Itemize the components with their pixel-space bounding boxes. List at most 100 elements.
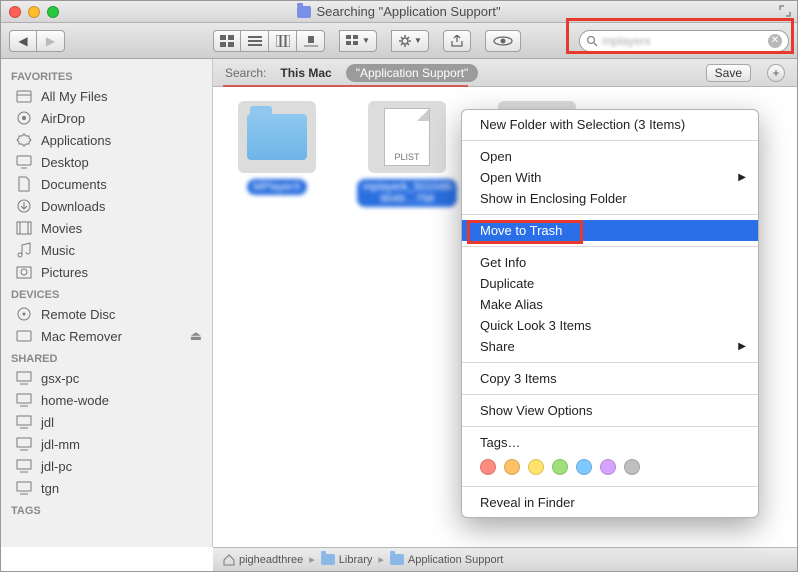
home-icon	[223, 554, 235, 566]
sidebar-item-downloads[interactable]: Downloads	[1, 195, 212, 217]
sidebar-item-documents[interactable]: Documents	[1, 173, 212, 195]
airdrop-icon	[15, 110, 33, 126]
remote-disc-icon	[15, 306, 33, 322]
folder-icon	[247, 114, 307, 160]
menu-open-with[interactable]: Open With	[462, 167, 758, 188]
share-button[interactable]	[443, 30, 471, 52]
shared-pc-icon	[15, 392, 33, 408]
sidebar-item-remote-disc[interactable]: Remote Disc	[1, 303, 212, 325]
tag-blue[interactable]	[576, 459, 592, 475]
chevron-right-icon: ▸	[309, 553, 315, 566]
tag-orange[interactable]	[504, 459, 520, 475]
menu-quick-look[interactable]: Quick Look 3 Items	[462, 315, 758, 336]
arrange-button[interactable]: ▼	[339, 30, 377, 52]
scope-tab-this-mac[interactable]: This Mac	[276, 64, 335, 82]
tag-gray[interactable]	[624, 459, 640, 475]
plist-icon: PLIST	[384, 108, 430, 166]
sidebar-header-devices: DEVICES	[1, 283, 212, 303]
list-view-button[interactable]	[241, 30, 269, 52]
forward-button[interactable]: ▶	[37, 30, 65, 52]
shared-pc-icon	[15, 480, 33, 496]
menu-move-to-trash[interactable]: Move to Trash	[462, 220, 758, 241]
action-button[interactable]: ▼	[391, 30, 429, 52]
sidebar-item-airdrop[interactable]: AirDrop	[1, 107, 212, 129]
search-field[interactable]: ✕	[579, 30, 789, 52]
folder-icon	[390, 554, 404, 565]
minimize-window-button[interactable]	[28, 6, 40, 18]
tags-button[interactable]	[485, 30, 521, 52]
sidebar-item-home-wode[interactable]: home-wode	[1, 389, 212, 411]
view-mode-buttons	[213, 30, 325, 52]
applications-icon	[15, 132, 33, 148]
sidebar-header-shared: SHARED	[1, 347, 212, 367]
tag-yellow[interactable]	[528, 459, 544, 475]
downloads-icon	[15, 198, 33, 214]
fullscreen-icon[interactable]	[779, 5, 791, 17]
sidebar-item-gsx-pc[interactable]: gsx-pc	[1, 367, 212, 389]
menu-make-alias[interactable]: Make Alias	[462, 294, 758, 315]
scope-label: Search:	[225, 66, 266, 80]
menu-tags[interactable]: Tags…	[462, 432, 758, 453]
sidebar-item-all-my-files[interactable]: All My Files	[1, 85, 212, 107]
sidebar-item-jdl-pc[interactable]: jdl-pc	[1, 455, 212, 477]
sidebar-header-tags: TAGS	[1, 499, 212, 519]
menu-copy-items[interactable]: Copy 3 Items	[462, 368, 758, 389]
shared-pc-icon	[15, 458, 33, 474]
add-criteria-button[interactable]: +	[767, 64, 785, 82]
sidebar-item-desktop[interactable]: Desktop	[1, 151, 212, 173]
shared-pc-icon	[15, 370, 33, 386]
sidebar-item-pictures[interactable]: Pictures	[1, 261, 212, 283]
back-button[interactable]: ◀	[9, 30, 37, 52]
close-window-button[interactable]	[9, 6, 21, 18]
menu-show-enclosing[interactable]: Show in Enclosing Folder	[462, 188, 758, 209]
path-bar: pigheadthree ▸ Library ▸ Application Sup…	[213, 547, 797, 571]
path-crumb-home[interactable]: pigheadthree	[223, 554, 303, 566]
file-item-folder[interactable]: MPlayerX	[233, 101, 321, 533]
coverflow-view-button[interactable]	[297, 30, 325, 52]
menu-get-info[interactable]: Get Info	[462, 252, 758, 273]
search-input[interactable]	[602, 34, 764, 48]
icon-view-button[interactable]	[213, 30, 241, 52]
menu-reveal-in-finder[interactable]: Reveal in Finder	[462, 492, 758, 513]
window-title: Searching "Application Support"	[316, 4, 500, 19]
menu-new-folder-selection[interactable]: New Folder with Selection (3 Items)	[462, 114, 758, 135]
traffic-lights	[9, 6, 59, 18]
eject-icon[interactable]: ⏏	[190, 328, 202, 344]
menu-show-view-options[interactable]: Show View Options	[462, 400, 758, 421]
pictures-icon	[15, 264, 33, 280]
sidebar-item-jdl-mm[interactable]: jdl-mm	[1, 433, 212, 455]
clear-search-button[interactable]: ✕	[768, 34, 782, 48]
folder-icon	[321, 554, 335, 565]
column-view-button[interactable]	[269, 30, 297, 52]
folder-icon	[297, 6, 311, 18]
save-search-button[interactable]: Save	[706, 64, 751, 82]
nav-buttons: ◀ ▶	[9, 30, 65, 52]
menu-share[interactable]: Share	[462, 336, 758, 357]
ext-drive-icon	[15, 328, 33, 344]
sidebar-item-jdl[interactable]: jdl	[1, 411, 212, 433]
sidebar-item-applications[interactable]: Applications	[1, 129, 212, 151]
sidebar-item-music[interactable]: Music	[1, 239, 212, 261]
menu-duplicate[interactable]: Duplicate	[462, 273, 758, 294]
path-crumb-appsupport[interactable]: Application Support	[390, 554, 503, 566]
menu-open[interactable]: Open	[462, 146, 758, 167]
tag-purple[interactable]	[600, 459, 616, 475]
shared-pc-icon	[15, 436, 33, 452]
desktop-icon	[15, 154, 33, 170]
scope-tab-application-support[interactable]: "Application Support"	[346, 64, 479, 82]
music-icon	[15, 242, 33, 258]
movies-icon	[15, 220, 33, 236]
tag-green[interactable]	[552, 459, 568, 475]
documents-icon	[15, 176, 33, 192]
file-item-plist[interactable]: PLIST mplayerk_501048-9049…758	[363, 101, 451, 533]
zoom-window-button[interactable]	[47, 6, 59, 18]
sidebar-header-favorites: FAVORITES	[1, 65, 212, 85]
tag-red[interactable]	[480, 459, 496, 475]
sidebar-item-tgn[interactable]: tgn	[1, 477, 212, 499]
sidebar-item-movies[interactable]: Movies	[1, 217, 212, 239]
shared-pc-icon	[15, 414, 33, 430]
sidebar-item-mac-remover[interactable]: Mac Remover⏏	[1, 325, 212, 347]
all-my-files-icon	[15, 88, 33, 104]
search-scope-bar: Search: This Mac "Application Support" S…	[213, 59, 797, 87]
path-crumb-library[interactable]: Library	[321, 554, 373, 566]
